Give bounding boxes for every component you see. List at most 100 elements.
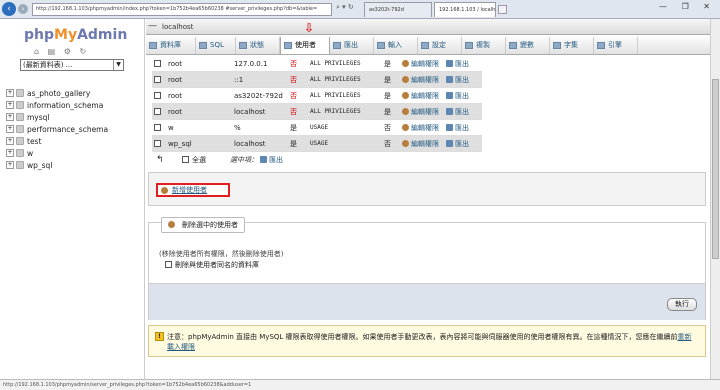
browser-tab-2[interactable]: 192.168.1.103 / localhost |... (434, 2, 496, 17)
back-icon[interactable]: ‹ (2, 2, 16, 16)
engine-icon (597, 42, 605, 49)
vertical-scrollbar[interactable] (710, 19, 720, 379)
tab-export[interactable]: 匯出 (330, 37, 374, 54)
tab-settings[interactable]: 設定 (418, 37, 462, 54)
db-item[interactable]: + performance_schema (6, 123, 108, 135)
row-checkbox[interactable] (154, 124, 161, 131)
recent-tables-select[interactable]: (最新資料表) ... ▼ (20, 59, 124, 71)
export-icon (446, 60, 453, 67)
new-tab-button[interactable] (498, 5, 507, 14)
bulk-export-link[interactable]: 匯出 (260, 153, 283, 167)
window-controls[interactable]: — ❐ ✕ (659, 2, 716, 11)
database-icon (16, 125, 24, 133)
table-row: root localhost 否 ALL PRIVILEGES 是 編輯權限 匯… (152, 104, 482, 120)
edit-privileges-link[interactable]: 編輯權限 (402, 120, 439, 136)
database-icon (16, 113, 24, 121)
server-breadcrumb: — localhost (146, 19, 710, 35)
export-link[interactable]: 匯出 (446, 88, 469, 104)
delete-note: (移除使用者所有權限，然後刪除使用者) (159, 250, 284, 258)
phpmyadmin-logo[interactable]: phpMyAdmin (24, 27, 127, 43)
row-checkbox[interactable] (154, 108, 161, 115)
scrollbar-thumb[interactable] (712, 79, 719, 259)
sidebar-icon-row[interactable]: ⌂ ▤ ⚙ ↻ (34, 47, 89, 56)
delete-users-fieldset: 刪除選中的使用者 (移除使用者所有權限，然後刪除使用者) 刪除與使用者同名的資料… (148, 217, 706, 320)
table-row: root ::1 否 ALL PRIVILEGES 是 編輯權限 匯出 (152, 72, 482, 88)
collapse-icon[interactable]: — (148, 21, 157, 31)
tab-engines[interactable]: 引擎 (594, 37, 638, 54)
tab-sql[interactable]: SQL (196, 37, 236, 54)
export-icon (446, 76, 453, 83)
row-checkbox[interactable] (154, 60, 161, 67)
db-item[interactable]: + w (6, 147, 108, 159)
database-icon (16, 149, 24, 157)
address-bar[interactable]: http://192.168.1.103/phpmyadmin/index.ph… (32, 3, 332, 16)
select-all-checkbox[interactable] (182, 156, 189, 163)
table-row: w % 是 USAGE 否 編輯權限 匯出 (152, 120, 482, 136)
export-icon (446, 108, 453, 115)
db-item[interactable]: + wp_sql (6, 159, 108, 171)
charset-icon (553, 42, 561, 49)
sidebar: phpMyAdmin ⌂ ▤ ⚙ ↻ (最新資料表) ... ▼ + as_phot… (0, 19, 145, 379)
export-link[interactable]: 匯出 (446, 120, 469, 136)
chevron-down-icon: ▼ (113, 60, 123, 70)
select-all-label[interactable]: 全選 (192, 153, 206, 167)
server-link[interactable]: localhost (162, 23, 193, 31)
export-link[interactable]: 匯出 (446, 136, 469, 152)
export-link[interactable]: 匯出 (446, 56, 469, 72)
expand-icon[interactable]: + (6, 125, 14, 133)
edit-user-icon (402, 76, 409, 83)
db-item[interactable]: + mysql (6, 111, 108, 123)
drop-db-checkbox[interactable] (165, 261, 172, 268)
edit-privileges-link[interactable]: 編輯權限 (402, 104, 439, 120)
row-checkbox[interactable] (154, 76, 161, 83)
tab-users[interactable]: 使用者 (280, 37, 330, 54)
tab-variables[interactable]: 變數 (506, 37, 550, 54)
tab-charsets[interactable]: 字集 (550, 37, 594, 54)
export-icon (333, 42, 341, 49)
expand-icon[interactable]: + (6, 89, 14, 97)
forward-icon[interactable]: › (18, 4, 28, 14)
expand-icon[interactable]: + (6, 149, 14, 157)
variables-icon (509, 42, 517, 49)
bulk-selection-row: ↰ 全選 選中項： 匯出 (156, 153, 456, 167)
database-icon (16, 137, 24, 145)
tab-import[interactable]: 輸入 (374, 37, 418, 54)
export-link[interactable]: 匯出 (446, 104, 469, 120)
drop-db-option[interactable]: 刪除與使用者同名的資料庫 (165, 260, 259, 270)
export-link[interactable]: 匯出 (446, 72, 469, 88)
expand-icon[interactable]: + (6, 101, 14, 109)
execute-button[interactable]: 執行 (667, 298, 697, 311)
notice-text: 注意：phpMyAdmin 直接由 MySQL 權限表取得使用者權限。如果使用者… (167, 333, 692, 351)
edit-privileges-link[interactable]: 編輯權限 (402, 72, 439, 88)
export-icon (446, 92, 453, 99)
edit-user-icon (402, 108, 409, 115)
notice-box: ! 注意：phpMyAdmin 直接由 MySQL 權限表取得使用者權限。如果使… (148, 325, 706, 357)
edit-privileges-link[interactable]: 編輯權限 (402, 56, 439, 72)
wrench-icon (421, 42, 429, 49)
tab-databases[interactable]: 資料庫 (146, 37, 196, 54)
edit-privileges-link[interactable]: 編輯權限 (402, 88, 439, 104)
row-checkbox[interactable] (154, 140, 161, 147)
browser-status-bar: http://192.168.1.103/phpmyadmin/server_p… (0, 379, 720, 390)
tab-status[interactable]: 狀態 (236, 37, 280, 54)
expand-icon[interactable]: + (6, 137, 14, 145)
status-icon (239, 42, 247, 49)
add-user-link[interactable]: 新增使用者 (156, 183, 230, 197)
db-item[interactable]: + information_schema (6, 99, 108, 111)
db-item[interactable]: + test (6, 135, 108, 147)
address-controls[interactable]: ⌕ ▾ ↻ (336, 3, 354, 12)
expand-icon[interactable]: + (6, 161, 14, 169)
import-icon (377, 42, 385, 49)
row-checkbox[interactable] (154, 92, 161, 99)
users-table: root 127.0.0.1 否 ALL PRIVILEGES 是 編輯權限 匯… (152, 56, 482, 152)
expand-icon[interactable]: + (6, 113, 14, 121)
add-user-panel: 新增使用者 (148, 172, 706, 206)
edit-user-icon (402, 124, 409, 131)
database-icon (16, 89, 24, 97)
tab-replication[interactable]: 複製 (462, 37, 506, 54)
db-item[interactable]: + as_photo_gallery (6, 87, 108, 99)
edit-user-icon (402, 140, 409, 147)
table-row: root as3202t-792d 否 ALL PRIVILEGES 是 編輯權… (152, 88, 482, 104)
edit-privileges-link[interactable]: 編輯權限 (402, 136, 439, 152)
browser-tab-1[interactable]: as3202t-792d (364, 2, 432, 17)
